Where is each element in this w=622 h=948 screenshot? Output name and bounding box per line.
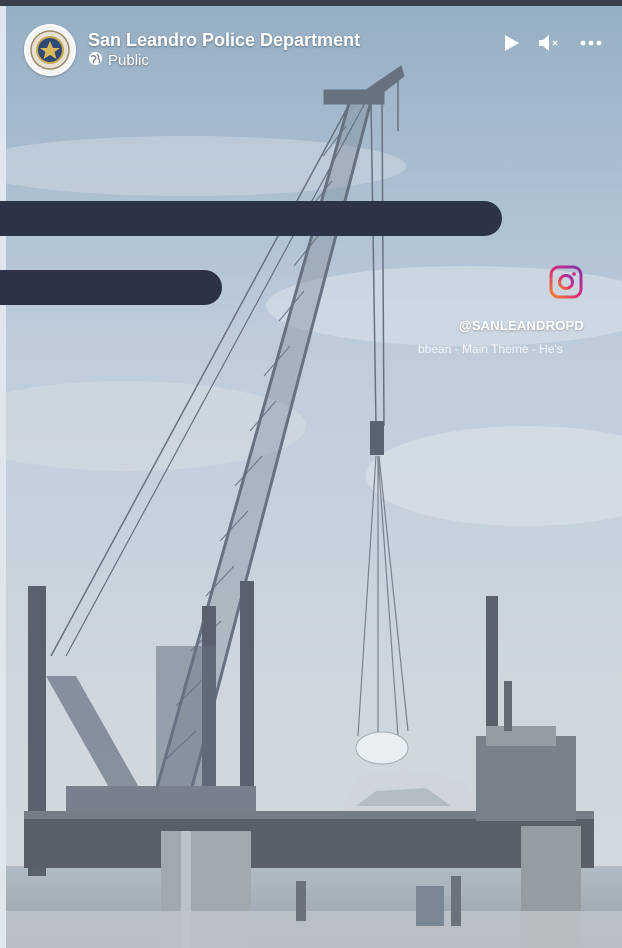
avatar[interactable] xyxy=(24,24,76,76)
redaction-bar xyxy=(0,270,222,305)
instagram-icon xyxy=(549,265,583,299)
volume-mute-icon[interactable] xyxy=(538,34,562,52)
music-caption: bbean - Main Theme - He's xyxy=(418,342,563,356)
video-post-frame: San Leandro Police Department Public @SA… xyxy=(0,0,622,948)
more-options-icon[interactable] xyxy=(580,40,602,46)
police-badge-logo xyxy=(30,30,70,70)
page-name[interactable]: San Leandro Police Department xyxy=(88,29,360,51)
redaction-bar xyxy=(0,201,502,236)
video-player[interactable] xyxy=(6,6,622,948)
video-controls xyxy=(504,34,602,52)
globe-icon xyxy=(88,51,103,71)
audience-indicator[interactable]: Public xyxy=(88,51,360,71)
post-header: San Leandro Police Department Public xyxy=(24,24,360,76)
play-icon[interactable] xyxy=(504,34,520,52)
instagram-handle: @SANLEANDROPD xyxy=(458,318,584,333)
video-frame-scene xyxy=(6,6,622,948)
visibility-label: Public xyxy=(108,52,149,69)
